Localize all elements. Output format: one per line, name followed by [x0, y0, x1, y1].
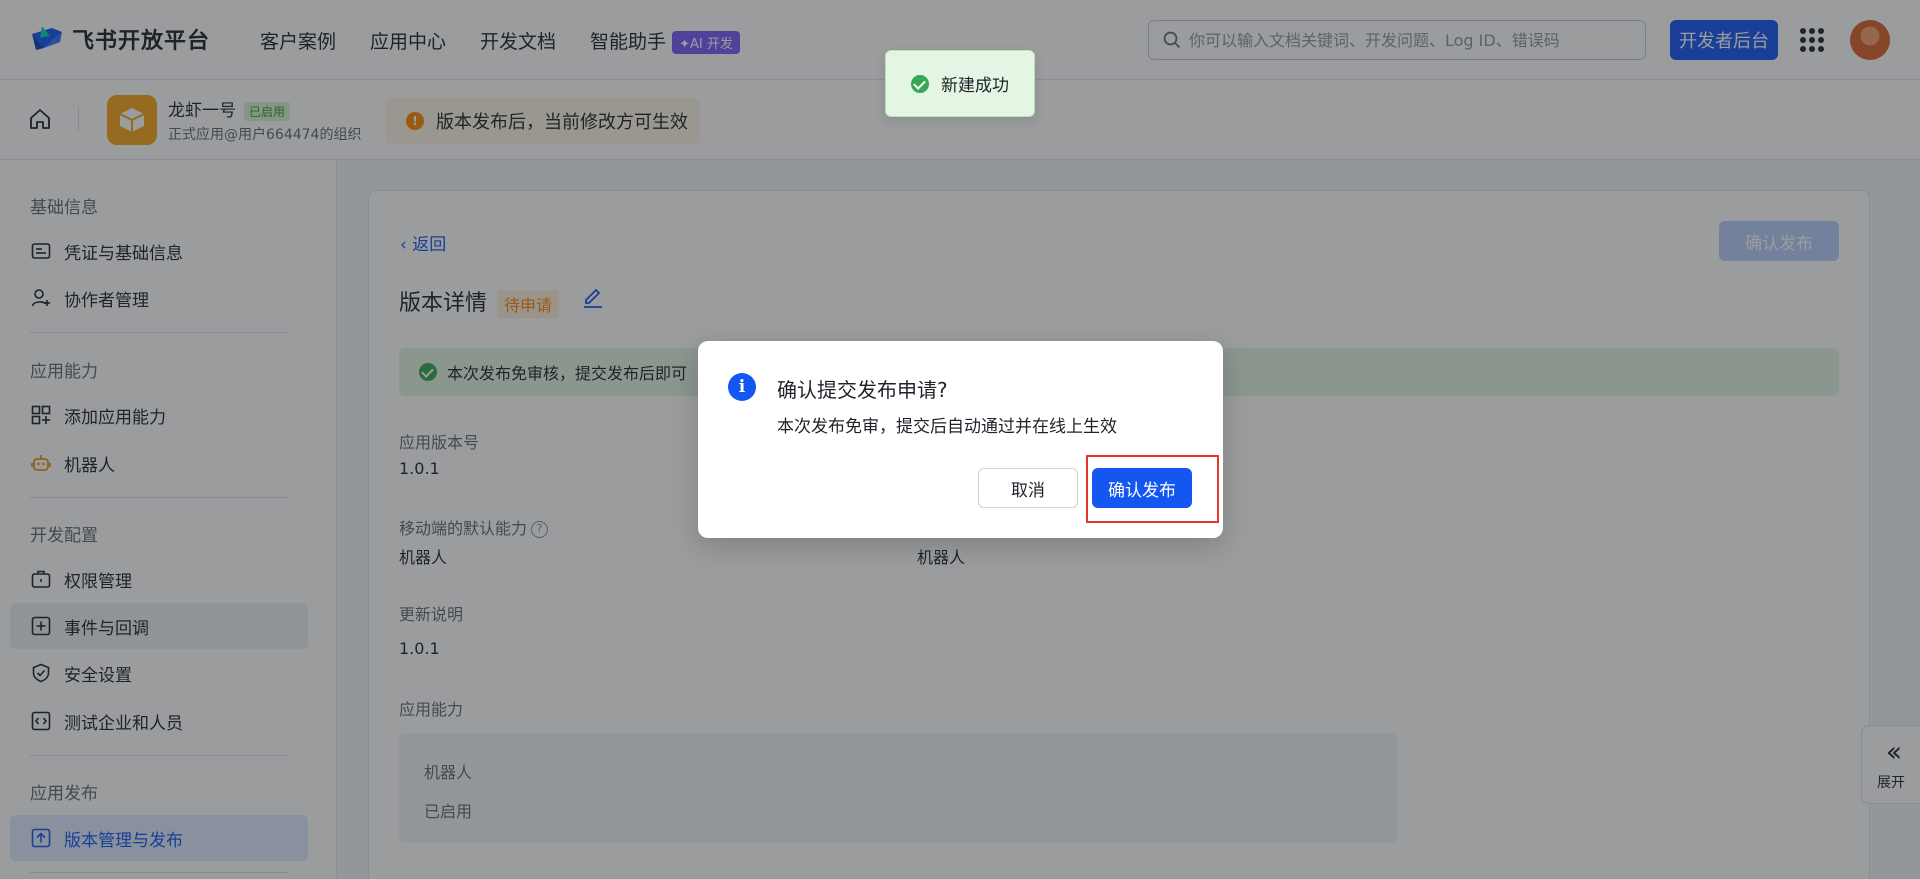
success-toast: 新建成功	[885, 50, 1035, 117]
dialog-title: 确认提交发布申请?	[777, 378, 948, 402]
cancel-button[interactable]: 取消	[978, 468, 1078, 508]
highlight-box	[1086, 455, 1219, 523]
success-toast-text: 新建成功	[941, 76, 1009, 96]
check-circle-icon	[911, 74, 929, 93]
dialog-message: 本次发布免审，提交后自动通过并在线上生效	[777, 417, 1117, 437]
info-icon: i	[728, 373, 756, 401]
